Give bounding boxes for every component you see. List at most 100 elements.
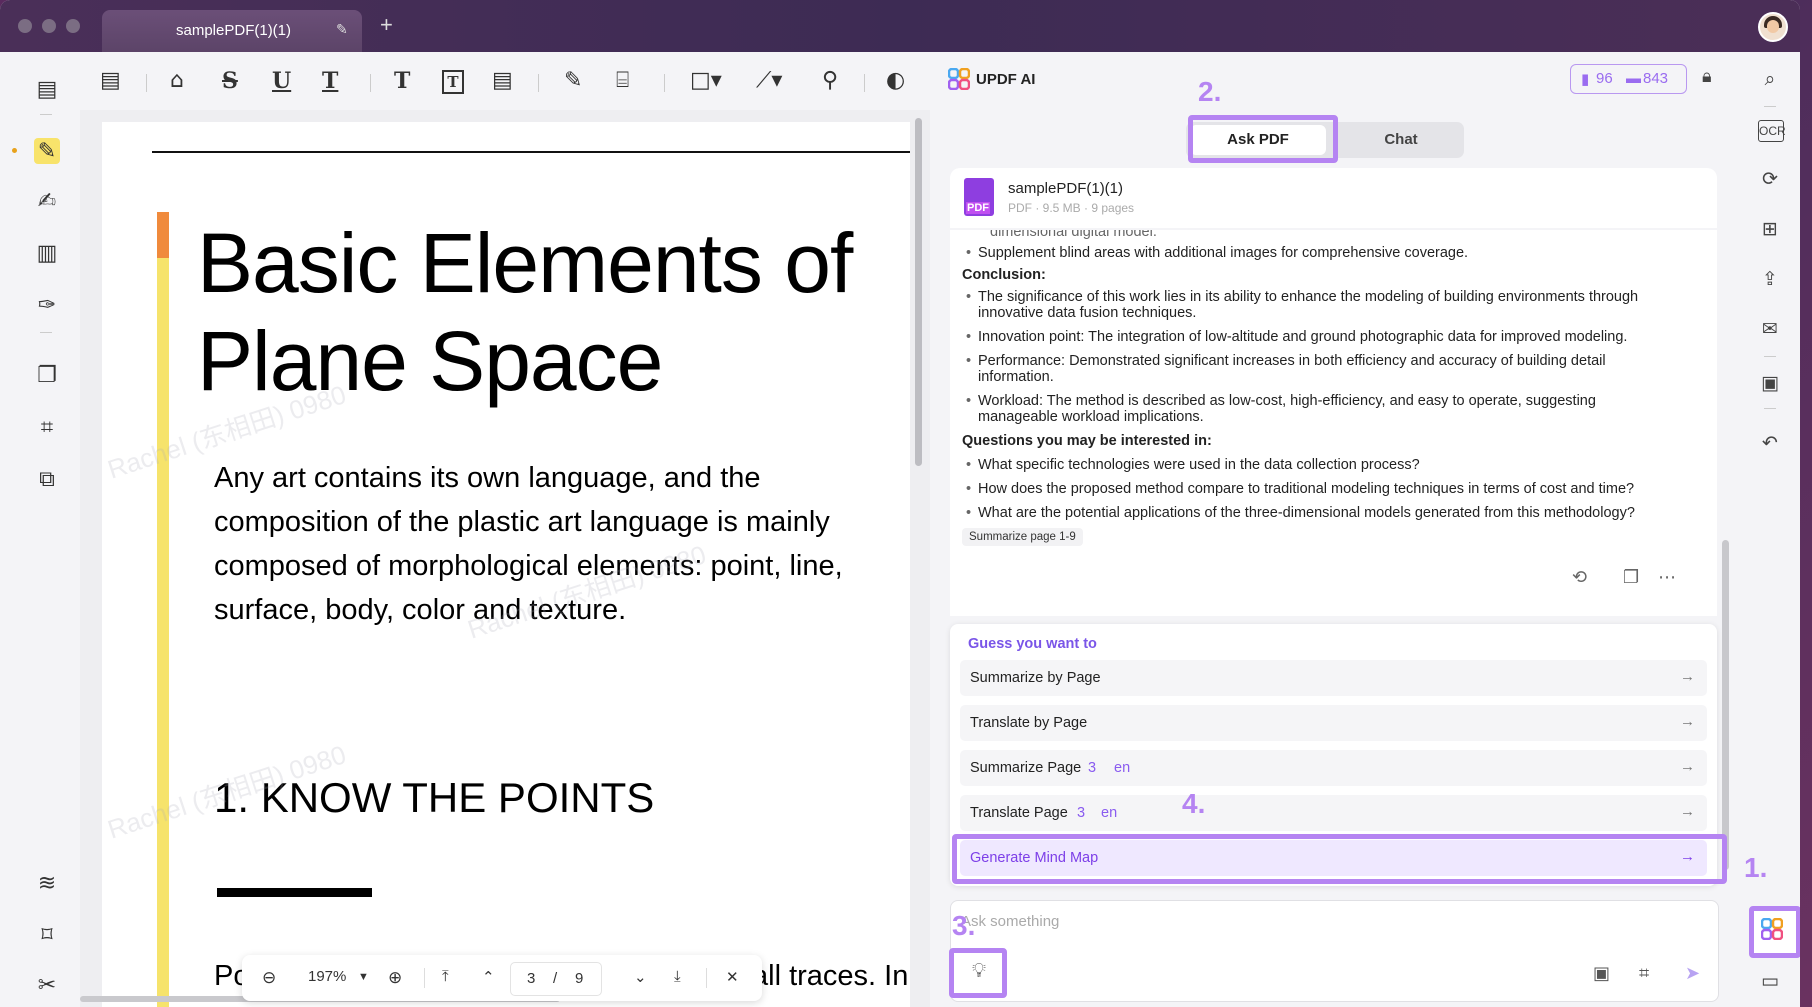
ai-panel-title: UPDF AI: [976, 71, 1036, 88]
panel-scrollbar[interactable]: [1722, 540, 1729, 870]
line-tool-icon[interactable]: ⟋▾: [756, 68, 782, 93]
page-number-option[interactable]: 3: [1077, 805, 1085, 821]
edit-icon[interactable]: ✎: [336, 21, 348, 38]
suggested-question[interactable]: What specific technologies were used in …: [966, 457, 1420, 473]
pencil-tool-icon[interactable]: ✎: [564, 68, 582, 93]
left-sidebar: ▤ ✎ ✍ ▥ ✑ ❐ ⌗ ⧉ ≋ ⌑ ✂: [12, 52, 76, 1007]
search-icon[interactable]: ⌕: [1758, 68, 1782, 92]
conclusion-heading: Conclusion:: [962, 267, 1046, 283]
language-option[interactable]: en: [1114, 760, 1130, 776]
comment-mode-icon[interactable]: ✎: [34, 138, 60, 164]
previous-page-icon[interactable]: ⌃: [482, 968, 495, 986]
current-page: 3: [527, 970, 536, 987]
zoom-out-icon[interactable]: ⊖: [262, 968, 276, 988]
ocr-icon[interactable]: OCR: [1758, 120, 1786, 142]
attachment-tool-icon[interactable]: ⚲: [822, 68, 838, 93]
last-page-icon[interactable]: ⤓: [674, 968, 681, 985]
share-icon[interactable]: ⇪: [1758, 268, 1782, 292]
convert-file-icon[interactable]: ⟳: [1758, 168, 1782, 192]
save-icon[interactable]: ▣: [1758, 372, 1782, 396]
strikethrough-tool-icon[interactable]: S: [222, 68, 238, 94]
suggested-question[interactable]: What are the potential applications of t…: [966, 505, 1635, 521]
file-name: samplePDF(1)(1): [1008, 180, 1124, 197]
vertical-scrollbar[interactable]: [915, 118, 922, 466]
textbox-tool-icon[interactable]: T: [442, 70, 464, 94]
new-tab-button[interactable]: +: [380, 12, 393, 38]
document-viewer[interactable]: Basic Elements of Plane Space Any art co…: [80, 110, 930, 1007]
image-upload-icon[interactable]: ▣: [1593, 963, 1610, 984]
copy-icon[interactable]: ❐: [1623, 567, 1639, 588]
avatar[interactable]: [1758, 12, 1788, 42]
updf-ai-logo-icon: [948, 68, 970, 90]
page-number-option[interactable]: 3: [1088, 760, 1096, 776]
tab-title: samplePDF(1)(1): [176, 22, 292, 39]
screenshot-crop-icon[interactable]: ⌗: [1639, 963, 1649, 984]
zoom-in-icon[interactable]: ⊕: [388, 968, 402, 988]
close-window-button[interactable]: [18, 19, 32, 33]
suggested-question[interactable]: How does the proposed method compare to …: [966, 481, 1634, 497]
squiggly-tool-icon[interactable]: T: [322, 68, 338, 94]
answer-bullet: Innovation point: The integration of low…: [966, 329, 1627, 345]
questions-heading: Questions you may be interested in:: [962, 433, 1212, 449]
crop-icon[interactable]: ⌗: [34, 414, 60, 440]
answer-bullet: Performance: Demonstrated significant in…: [966, 353, 1606, 369]
document-tab[interactable]: samplePDF(1)(1) ✎: [102, 10, 362, 52]
text-callout-tool-icon[interactable]: ▤: [492, 68, 513, 93]
page-number-field[interactable]: 3 / 9: [510, 962, 602, 996]
text-tool-icon[interactable]: T: [394, 68, 410, 94]
attachment-icon[interactable]: ✂: [34, 972, 60, 998]
lock-icon[interactable]: 🔒︎: [1702, 66, 1712, 87]
file-card[interactable]: PDF samplePDF(1)(1) PDF · 9.5 MB · 9 pag…: [950, 168, 1717, 228]
arrow-right-icon: →: [1680, 713, 1695, 730]
credits-badge[interactable]: ▮ 96 ▬ 843: [1570, 64, 1687, 94]
zoom-window-button[interactable]: [66, 19, 80, 33]
regenerate-icon[interactable]: ⟲: [1572, 567, 1587, 588]
updf-ai-button[interactable]: [1749, 906, 1800, 958]
next-page-icon[interactable]: ⌄: [634, 968, 647, 986]
suggestion-label: Summarize by Page: [970, 670, 1101, 686]
suggestions-title: Guess you want to: [968, 636, 1097, 652]
more-options-icon[interactable]: ⋯: [1658, 567, 1676, 588]
protect-icon[interactable]: ⧉: [34, 466, 60, 492]
send-icon[interactable]: ➤: [1685, 963, 1700, 984]
protect-file-icon[interactable]: ⊞: [1758, 218, 1782, 242]
suggestion-translate-page[interactable]: Translate Page 3 en →: [960, 795, 1707, 831]
stamp-tool-icon[interactable]: ◐: [886, 68, 905, 93]
app-window: samplePDF(1)(1) ✎ + ▤ ✎ ✍ ▥ ✑ ❐ ⌗ ⧉ ≋ ⌑ …: [0, 0, 1800, 1007]
email-icon[interactable]: ✉: [1758, 318, 1782, 342]
ask-input-area[interactable]: Ask something 💡︎ ▣ ⌗ ➤: [950, 900, 1719, 1002]
layers-icon[interactable]: ≋: [34, 870, 60, 896]
suggestion-summarize-page[interactable]: Summarize Page 3 en →: [960, 750, 1707, 786]
step-3-label: 3.: [952, 910, 976, 941]
language-option[interactable]: en: [1101, 805, 1117, 821]
highlight-bar: [157, 258, 169, 1007]
organize-pages-icon[interactable]: ▥: [34, 240, 60, 266]
convert-icon[interactable]: ❐: [34, 362, 60, 388]
summary-chip[interactable]: Summarize page 1-9: [962, 528, 1083, 546]
ask-input[interactable]: Ask something: [961, 913, 1059, 930]
chevron-down-icon[interactable]: ▼: [358, 971, 369, 983]
bookmark-icon[interactable]: ⌑: [34, 922, 60, 948]
tab-chat[interactable]: Chat: [1346, 125, 1456, 155]
shape-tool-icon[interactable]: □▾: [690, 68, 722, 93]
first-page-icon[interactable]: ⤒: [442, 968, 449, 985]
comments-icon[interactable]: ▭: [1758, 970, 1782, 994]
eraser-tool-icon[interactable]: ⌸: [616, 68, 629, 93]
form-icon[interactable]: ✑: [34, 292, 60, 318]
note-tool-icon[interactable]: ▤: [100, 68, 121, 93]
highlight-tool-icon[interactable]: ⌂: [170, 68, 184, 93]
answer-bullet: The significance of this work lies in it…: [966, 289, 1638, 305]
suggestion-summarize-by-page[interactable]: Summarize by Page →: [960, 660, 1707, 696]
total-pages: 9: [575, 970, 584, 987]
suggestion-translate-by-page[interactable]: Translate by Page →: [960, 705, 1707, 741]
suggestion-label: Translate Page: [970, 805, 1068, 821]
underline-tool-icon[interactable]: U: [272, 68, 291, 94]
close-icon[interactable]: ✕: [726, 968, 739, 986]
suggestion-label: Translate by Page: [970, 715, 1088, 731]
edit-pdf-icon[interactable]: ✍: [34, 188, 60, 214]
undo-icon[interactable]: ↶: [1758, 432, 1782, 456]
step-3-highlight: [949, 948, 1007, 998]
zoom-level[interactable]: 197%: [308, 968, 346, 985]
reader-icon[interactable]: ▤: [34, 76, 60, 102]
minimize-window-button[interactable]: [42, 19, 56, 33]
